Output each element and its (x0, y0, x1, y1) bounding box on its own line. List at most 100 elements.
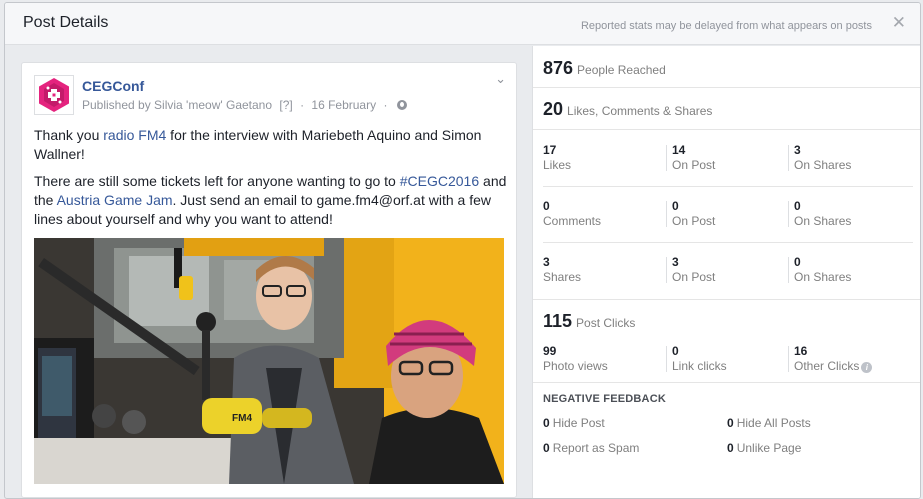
likes-on-shares-label: On Shares (794, 158, 852, 172)
meta-separator: · (383, 98, 388, 112)
unlike-page-value: 0 (727, 441, 734, 455)
austria-game-jam-link[interactable]: Austria Game Jam (57, 192, 173, 208)
report-spam-stat: 0 Report as Spam (543, 441, 639, 455)
comments-on-shares-value: 0 (794, 199, 801, 213)
divider (666, 257, 667, 283)
hide-all-posts-stat: 0 Hide All Posts (727, 416, 811, 430)
reached-row: 876 People Reached (533, 46, 920, 88)
text-fragment: There are still some tickets left for an… (34, 173, 400, 189)
post-date[interactable]: 16 February (311, 98, 376, 112)
divider (788, 346, 789, 372)
hide-post-label: Hide Post (552, 416, 605, 430)
likes-on-shares: 3 On Shares (794, 143, 851, 173)
post-clicks-total: 115 Post Clicks (543, 311, 635, 332)
likes-on-shares-value: 3 (794, 143, 801, 157)
report-spam-value: 0 (543, 441, 550, 455)
divider (666, 201, 667, 227)
likes-on-post-value: 14 (672, 143, 686, 157)
unlike-page-stat: 0 Unlike Page (727, 441, 801, 455)
comments-row: 0 Comments 0 On Post 0 On Shares (543, 187, 913, 243)
comments-on-shares-label: On Shares (794, 214, 852, 228)
divider (788, 257, 789, 283)
mic-label: FM4 (232, 413, 252, 424)
comments-value: 0 (543, 199, 550, 213)
comments-label: Comments (543, 214, 602, 228)
shares-on-shares: 0 On Shares (794, 255, 851, 285)
shares-value: 3 (543, 255, 550, 269)
link-clicks-value: 0 (672, 344, 679, 358)
clicks-value: 115 (543, 311, 573, 331)
other-clicks-label: Other Clicks (794, 359, 860, 373)
engagement-row: 20 Likes, Comments & Shares (533, 88, 920, 130)
chevron-down-icon[interactable]: ⌄ (495, 71, 506, 87)
photo-views-label: Photo views (543, 359, 608, 373)
close-icon[interactable]: ✕ (892, 14, 906, 32)
link-clicks: 0 Link clicks (672, 344, 727, 374)
engagement-value: 20 (543, 99, 564, 119)
hide-post-value: 0 (543, 416, 550, 430)
unlike-page-label: Unlike Page (736, 441, 802, 455)
hashtag-link[interactable]: #CEGC2016 (400, 173, 479, 189)
comments-on-post: 0 On Post (672, 199, 715, 229)
likes-total: 17 Likes (543, 143, 571, 173)
other-clicks: 16 Other Clicks i (794, 344, 873, 374)
likes-value: 17 (543, 143, 557, 157)
divider (788, 201, 789, 227)
comments-on-post-value: 0 (672, 199, 679, 213)
other-clicks-value: 16 (794, 344, 808, 358)
dialog-title: Post Details (23, 14, 109, 31)
cegconf-logo-icon (39, 78, 69, 112)
text-fragment: Thank you (34, 127, 104, 143)
likes-label: Likes (543, 158, 572, 172)
shares-total: 3 Shares (543, 255, 581, 285)
help-marker[interactable]: [?] (279, 98, 292, 112)
reached-value: 876 (543, 58, 574, 78)
info-icon[interactable]: i (861, 362, 873, 373)
people-reached: 876 People Reached (543, 58, 666, 79)
divider (788, 145, 789, 171)
likes-on-post: 14 On Post (672, 143, 715, 173)
clicks-row: 115 Post Clicks 99 Photo views 0 Link click… (533, 300, 920, 383)
post-details-dialog: Post Details Reported stats may be delay… (4, 2, 921, 499)
engagement-label: Likes, Comments & Shares (567, 104, 713, 118)
meta-separator: · (300, 98, 305, 112)
globe-icon[interactable] (396, 100, 407, 110)
published-by: Published by Silvia 'meow' Gaetano (82, 98, 273, 112)
link-clicks-label: Link clicks (672, 359, 727, 373)
shares-on-post-label: On Post (672, 270, 716, 284)
shares-on-post-value: 3 (672, 255, 679, 269)
comments-on-shares: 0 On Shares (794, 199, 851, 229)
dialog-header: Post Details Reported stats may be delay… (5, 3, 920, 45)
delay-note: Reported stats may be delayed from what … (580, 20, 872, 32)
post-paragraph-1: Thank you radio FM4 for the interview wi… (34, 126, 508, 164)
photo-views-value: 99 (543, 344, 557, 358)
shares-label: Shares (543, 270, 582, 284)
likes-row: 17 Likes 14 On Post 3 On Shares (543, 131, 913, 187)
shares-row: 3 Shares 3 On Post 0 On Shares (533, 243, 920, 300)
reached-label: People Reached (577, 63, 666, 77)
report-spam-label: Report as Spam (552, 441, 640, 455)
post-stats-panel: 876 People Reached 20 Likes, Comments & Sh… (532, 46, 920, 498)
hide-all-posts-label: Hide All Posts (736, 416, 811, 430)
photo-views: 99 Photo views (543, 344, 608, 374)
divider (666, 145, 667, 171)
radio-fm4-link[interactable]: radio FM4 (103, 127, 166, 143)
post-paragraph-2: There are still some tickets left for an… (34, 172, 508, 229)
negative-feedback-title: NEGATIVE FEEDBACK (543, 393, 666, 405)
engagement-total: 20 Likes, Comments & Shares (543, 99, 712, 120)
hide-all-posts-value: 0 (727, 416, 734, 430)
other-clicks-label-wrap: Other Clicks i (794, 359, 873, 374)
comments-total: 0 Comments (543, 199, 601, 229)
shares-on-shares-label: On Shares (794, 270, 852, 284)
divider (666, 346, 667, 372)
page-name-link[interactable]: CEGConf (82, 78, 144, 94)
post-meta: Published by Silvia 'meow' Gaetano [?] ·… (82, 98, 407, 112)
clicks-label: Post Clicks (576, 316, 636, 330)
shares-on-shares-value: 0 (794, 255, 801, 269)
studio-photo-image: FM4 (34, 238, 504, 484)
hide-post-stat: 0 Hide Post (543, 416, 605, 430)
comments-on-post-label: On Post (672, 214, 716, 228)
post-card: CEGConf Published by Silvia 'meow' Gaeta… (21, 62, 517, 498)
page-avatar[interactable] (34, 75, 74, 115)
post-photo[interactable]: FM4 (34, 238, 504, 484)
